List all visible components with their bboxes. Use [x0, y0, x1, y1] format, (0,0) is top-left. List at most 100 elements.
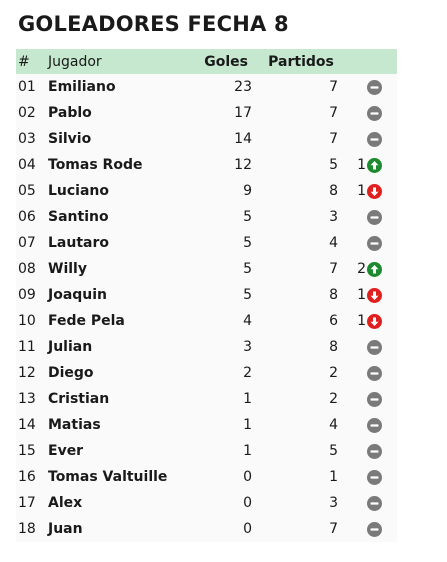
row-trend — [346, 131, 397, 147]
row-trend — [346, 469, 397, 485]
row-player-name: Lautaro — [48, 235, 109, 251]
row-trend — [346, 209, 397, 225]
row-trend — [346, 365, 397, 381]
row-trend: 1 — [346, 183, 397, 199]
row-player-name: Juan — [48, 521, 83, 537]
row-player-name: Alex — [48, 495, 83, 511]
row-player-name: Julian — [48, 339, 93, 355]
header-matches: Partidos — [268, 53, 334, 70]
row-position: 03 — [18, 131, 36, 147]
row-goals: 0 — [243, 495, 252, 511]
row-trend: 2 — [346, 261, 397, 277]
table-row: 16 Tomas Valtuille 0 1 — [16, 464, 397, 490]
row-player-name: Emiliano — [48, 79, 116, 95]
row-matches: 7 — [329, 79, 338, 95]
row-player-name: Silvio — [48, 131, 92, 147]
row-goals: 5 — [243, 287, 252, 303]
row-position: 10 — [18, 313, 36, 329]
row-position: 15 — [18, 443, 36, 459]
dash-circle-icon — [367, 469, 382, 485]
dash-circle-icon — [367, 417, 382, 433]
row-goals: 0 — [243, 469, 252, 485]
table-row: 02 Pablo 17 7 — [16, 100, 397, 126]
dash-circle-icon — [367, 209, 382, 225]
dash-circle-icon — [367, 365, 382, 381]
row-position: 04 — [18, 157, 36, 173]
row-trend — [346, 417, 397, 433]
arrow-down-circle-icon — [367, 183, 382, 199]
dash-circle-icon — [367, 521, 382, 537]
row-player-name: Willy — [48, 261, 87, 277]
row-position: 06 — [18, 209, 36, 225]
table-body: 01 Emiliano 23 7 02 Pablo 17 7 03 Silvio 14 7 04 Toma… — [16, 74, 397, 542]
row-goals: 2 — [243, 365, 252, 381]
row-goals: 23 — [234, 79, 252, 95]
row-goals: 5 — [243, 261, 252, 277]
row-matches: 6 — [329, 313, 338, 329]
dash-circle-icon — [367, 391, 382, 407]
row-goals: 5 — [243, 235, 252, 251]
table-row: 07 Lautaro 5 4 — [16, 230, 397, 256]
row-trend — [346, 521, 397, 537]
scorers-table: # Jugador Goles Partidos 01 Emiliano 23 7 02… — [16, 49, 397, 542]
row-goals: 1 — [243, 417, 252, 433]
row-player-name: Tomas Valtuille — [48, 469, 168, 485]
row-player-name: Cristian — [48, 391, 110, 407]
row-position: 17 — [18, 495, 36, 511]
trend-change: 1 — [357, 313, 366, 329]
table-row: 14 Matias 1 4 — [16, 412, 397, 438]
row-matches: 8 — [329, 339, 338, 355]
row-player-name: Tomas Rode — [48, 157, 143, 173]
table-row: 05 Luciano 9 8 1 — [16, 178, 397, 204]
row-goals: 0 — [243, 521, 252, 537]
row-goals: 1 — [243, 443, 252, 459]
row-trend — [346, 79, 397, 95]
row-player-name: Diego — [48, 365, 94, 381]
table-row: 08 Willy 5 7 2 — [16, 256, 397, 282]
row-position: 11 — [18, 339, 36, 355]
row-player-name: Fede Pela — [48, 313, 125, 329]
row-goals: 17 — [234, 105, 252, 121]
table-row: 10 Fede Pela 4 6 1 — [16, 308, 397, 334]
row-matches: 8 — [329, 287, 338, 303]
header-goals: Goles — [204, 53, 248, 70]
table-row: 18 Juan 0 7 — [16, 516, 397, 542]
header-player: Jugador — [48, 53, 102, 70]
row-goals: 12 — [234, 157, 252, 173]
table-row: 04 Tomas Rode 12 5 1 — [16, 152, 397, 178]
table-row: 06 Santino 5 3 — [16, 204, 397, 230]
row-position: 09 — [18, 287, 36, 303]
row-goals: 3 — [243, 339, 252, 355]
row-player-name: Ever — [48, 443, 84, 459]
arrow-up-circle-icon — [367, 261, 382, 277]
row-matches: 7 — [329, 105, 338, 121]
row-goals: 5 — [243, 209, 252, 225]
row-trend: 1 — [346, 313, 397, 329]
dash-circle-icon — [367, 79, 382, 95]
row-trend — [346, 391, 397, 407]
table-row: 17 Alex 0 3 — [16, 490, 397, 516]
table-row: 01 Emiliano 23 7 — [16, 74, 397, 100]
row-matches: 5 — [329, 157, 338, 173]
row-trend: 1 — [346, 157, 397, 173]
table-header: # Jugador Goles Partidos — [16, 49, 397, 74]
row-goals: 1 — [243, 391, 252, 407]
row-trend — [346, 235, 397, 251]
row-position: 01 — [18, 79, 36, 95]
row-goals: 4 — [243, 313, 252, 329]
row-trend — [346, 105, 397, 121]
arrow-down-circle-icon — [367, 287, 382, 303]
row-matches: 8 — [329, 183, 338, 199]
dash-circle-icon — [367, 495, 382, 511]
row-trend — [346, 443, 397, 459]
dash-circle-icon — [367, 131, 382, 147]
row-matches: 7 — [329, 261, 338, 277]
dash-circle-icon — [367, 105, 382, 121]
dash-circle-icon — [367, 235, 382, 251]
row-position: 02 — [18, 105, 36, 121]
table-row: 09 Joaquin 5 8 1 — [16, 282, 397, 308]
row-matches: 2 — [329, 391, 338, 407]
row-player-name: Santino — [48, 209, 109, 225]
row-trend — [346, 339, 397, 355]
row-trend: 1 — [346, 287, 397, 303]
